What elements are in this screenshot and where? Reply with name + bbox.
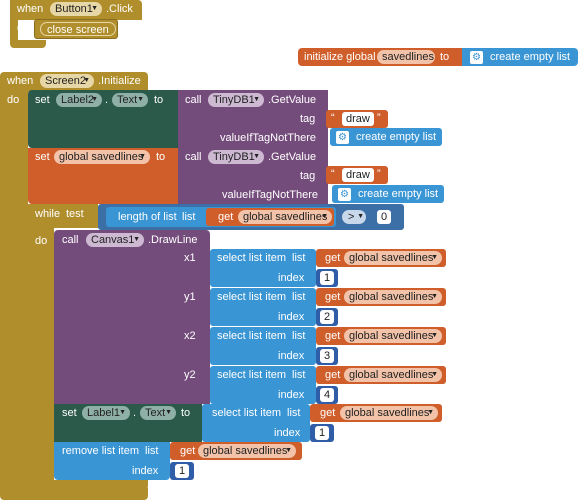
list-socket-label: list	[182, 211, 196, 223]
label2-component-dropdown[interactable]: Label2 ▼	[56, 93, 102, 107]
tinydb1-component-dropdown[interactable]: TinyDB1 ▼	[208, 93, 264, 107]
set-keyword: set	[35, 151, 50, 163]
index-socket-label: index	[274, 427, 301, 439]
list-socket-label: list	[292, 291, 306, 303]
get-keyword: get	[325, 369, 341, 381]
length-of-list-label: length of list	[118, 211, 177, 223]
arg-name-label: x1	[184, 252, 196, 264]
when-keyword: when	[17, 3, 44, 15]
index-socket-label: index	[278, 311, 305, 323]
index-number-field[interactable]: 1	[315, 426, 329, 440]
remove-list-item-label: remove list item	[62, 445, 140, 457]
while-keyword: while	[35, 208, 61, 220]
variable-dropdown[interactable]: global savedlines ▼	[344, 329, 442, 343]
variable-dropdown[interactable]: global savedlines ▼	[344, 251, 442, 265]
create-empty-list-label: create empty list	[356, 131, 437, 143]
call-keyword: call	[62, 234, 79, 246]
arg-name-label: y2	[184, 369, 196, 381]
getvalue-method-label: .GetValue	[268, 94, 317, 106]
tinydb1-component-dropdown[interactable]: TinyDB1 ▼	[208, 150, 264, 164]
get-keyword: get	[218, 211, 234, 223]
variable-dropdown[interactable]: global savedlines ▼	[54, 150, 150, 164]
do-keyword: do	[35, 235, 48, 247]
index-number-field[interactable]: 1	[175, 464, 189, 478]
get-keyword: get	[325, 291, 341, 303]
close-screen-label: close screen	[40, 22, 116, 36]
tag-string-value[interactable]: draw	[342, 168, 374, 182]
index-socket-label: index	[278, 389, 305, 401]
canvas1-component-dropdown[interactable]: Canvas1 ▼	[86, 233, 144, 247]
to-keyword: to	[181, 407, 191, 419]
list-socket-label: list	[292, 369, 306, 381]
close-quote-icon: ”	[377, 168, 381, 180]
variable-dropdown[interactable]: global savedlines ▼	[344, 368, 442, 382]
index-number-field[interactable]: 3	[320, 349, 334, 363]
button1-component-dropdown[interactable]: Button1 ▼	[50, 2, 102, 16]
variable-dropdown[interactable]: global savedlines ▼	[238, 210, 332, 224]
arg-name-label: x2	[184, 330, 196, 342]
select-list-item-label: select list item	[217, 369, 287, 381]
index-socket-label: index	[132, 465, 159, 477]
label1-component-dropdown[interactable]: Label1 ▼	[82, 406, 130, 420]
list-socket-label: list	[145, 445, 159, 457]
compare-number-field[interactable]: 0	[377, 210, 391, 224]
gear-icon[interactable]: ⚙	[336, 131, 349, 144]
close-quote-icon: ”	[377, 112, 381, 124]
comparison-operator-dropdown[interactable]: > ▼	[342, 210, 366, 224]
get-keyword: get	[320, 407, 336, 419]
set-keyword: set	[62, 407, 77, 419]
create-empty-list-label: create empty list	[358, 188, 439, 200]
index-number-field[interactable]: 2	[320, 310, 334, 324]
text-property-dropdown[interactable]: Text ▼	[112, 93, 148, 107]
get-keyword: get	[325, 252, 341, 264]
tag-socket-label: tag	[300, 113, 316, 125]
to-keyword: to	[156, 151, 166, 163]
tag-string-value[interactable]: draw	[342, 112, 374, 126]
call-keyword: call	[185, 151, 202, 163]
test-socket-label: test	[66, 208, 84, 220]
open-quote-icon: “	[331, 112, 335, 124]
variable-dropdown[interactable]: global savedlines ▼	[340, 406, 438, 420]
do-keyword: do	[7, 94, 20, 106]
valueiftagnotthere-label: valueIfTagNotThere	[222, 189, 318, 201]
select-list-item-label: select list item	[217, 330, 287, 342]
text-property-dropdown[interactable]: Text ▼	[140, 406, 176, 420]
initialize-event-label: .Initialize	[98, 75, 141, 87]
getvalue-method-label: .GetValue	[268, 151, 317, 163]
get-keyword: get	[180, 445, 196, 457]
valueiftagnotthere-label: valueIfTagNotThere	[220, 132, 316, 144]
select-list-item-label: select list item	[217, 291, 287, 303]
index-socket-label: index	[278, 350, 305, 362]
arg-name-label: y1	[184, 291, 196, 303]
dot-separator: .	[105, 94, 109, 106]
to-keyword: to	[154, 94, 164, 106]
select-list-item-label: select list item	[217, 252, 287, 264]
gear-icon[interactable]: ⚙	[338, 188, 351, 201]
create-empty-list-label: create empty list	[490, 51, 571, 63]
list-socket-label: list	[292, 330, 306, 342]
to-keyword: to	[440, 51, 450, 63]
do-keyword: do	[17, 22, 30, 34]
initialize-global-label: initialize global	[304, 51, 376, 63]
select-list-item-label: select list item	[212, 407, 282, 419]
gear-icon[interactable]: ⚙	[470, 51, 483, 64]
click-event-label: .Click	[106, 3, 133, 15]
when-keyword: when	[7, 75, 34, 87]
global-name-field[interactable]: savedlines	[377, 50, 435, 64]
index-number-field[interactable]: 4	[320, 388, 334, 402]
get-keyword: get	[325, 330, 341, 342]
screen2-component-dropdown[interactable]: Screen2 ▼	[40, 74, 94, 88]
index-number-field[interactable]: 1	[320, 271, 334, 285]
index-socket-label: index	[278, 272, 305, 284]
call-keyword: call	[185, 94, 202, 106]
set-keyword: set	[35, 94, 50, 106]
variable-dropdown[interactable]: global savedlines ▼	[344, 290, 442, 304]
variable-dropdown[interactable]: global savedlines ▼	[198, 444, 296, 458]
open-quote-icon: “	[331, 168, 335, 180]
tag-socket-label: tag	[300, 170, 316, 182]
dot-separator: .	[133, 407, 137, 419]
drawline-method-label: .DrawLine	[148, 234, 198, 246]
list-socket-label: list	[287, 407, 301, 419]
list-socket-label: list	[292, 252, 306, 264]
